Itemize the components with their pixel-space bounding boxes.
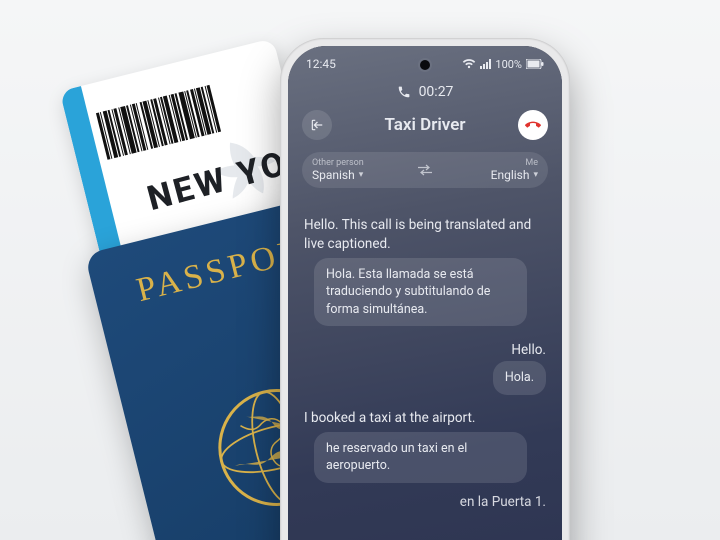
call-duration-row: 00:27 bbox=[288, 84, 562, 100]
message-group: Hello. Hola. bbox=[304, 342, 546, 395]
my-language-value: English bbox=[491, 168, 530, 182]
other-language-value: Spanish bbox=[312, 168, 355, 182]
me-label: Me bbox=[525, 158, 538, 168]
wifi-icon bbox=[462, 59, 476, 69]
translation-bubble: he reservado un taxi en el aeropuerto. bbox=[314, 432, 527, 483]
status-time: 12:45 bbox=[306, 57, 336, 71]
other-person-label: Other person bbox=[312, 158, 407, 168]
chevron-down-icon: ▾ bbox=[359, 170, 364, 180]
back-button[interactable] bbox=[302, 110, 332, 140]
caption-other: I booked a taxi at the airport. bbox=[304, 409, 546, 428]
conversation: Hello. This call is being translated and… bbox=[288, 188, 562, 512]
translation-bubble: Hola. bbox=[493, 361, 546, 395]
swap-icon bbox=[417, 164, 433, 176]
contact-name: Taxi Driver bbox=[332, 115, 518, 135]
phone-device: 12:45 100% 00:27 bbox=[280, 38, 570, 540]
caption-other: Hello. This call is being translated and… bbox=[304, 216, 546, 254]
signal-icon bbox=[480, 59, 491, 69]
other-language-selector[interactable]: Other person Spanish ▾ bbox=[312, 158, 407, 182]
battery-percentage: 100% bbox=[495, 58, 522, 71]
front-camera bbox=[420, 60, 430, 70]
hangup-icon bbox=[525, 117, 541, 133]
my-language-selector[interactable]: Me English▾ bbox=[443, 158, 538, 182]
message-group-partial: en la Puerta 1. bbox=[304, 493, 546, 512]
language-bar: Other person Spanish▾ Me English▾ bbox=[302, 152, 548, 188]
message-group: Hello. This call is being translated and… bbox=[304, 216, 546, 326]
translation-bubble: Hola. Esta llamada se está traduciendo y… bbox=[314, 258, 527, 327]
swap-languages-button[interactable] bbox=[413, 158, 437, 182]
promo-stage: NEW YORK PASSPORT 12:45 100 bbox=[0, 0, 720, 540]
hangup-button[interactable] bbox=[518, 110, 548, 140]
caption-me: Hello. bbox=[511, 342, 546, 358]
caption-partial: en la Puerta 1. bbox=[304, 493, 546, 512]
battery-icon bbox=[526, 59, 544, 69]
call-duration: 00:27 bbox=[419, 84, 454, 100]
chevron-down-icon: ▾ bbox=[533, 170, 538, 180]
exit-icon bbox=[310, 118, 324, 132]
phone-screen: 12:45 100% 00:27 bbox=[288, 46, 562, 540]
message-group: I booked a taxi at the airport. he reser… bbox=[304, 409, 546, 483]
phone-icon bbox=[397, 85, 411, 99]
